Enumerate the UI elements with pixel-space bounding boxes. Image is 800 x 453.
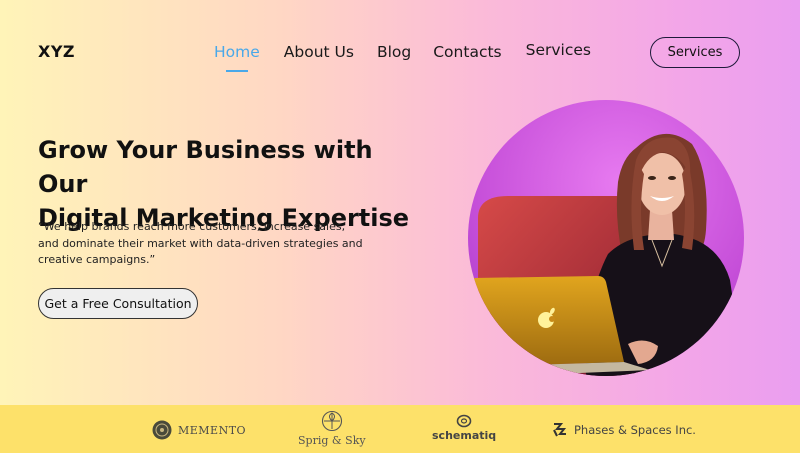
headline-line-1: Grow Your Business with Our [38,136,373,198]
schematiq-logo-icon [456,414,472,428]
woman-with-laptop-photo [468,100,744,376]
free-consultation-button[interactable]: Get a Free Consultation [38,288,198,319]
memento-logo-icon [152,420,172,440]
quote-line-3: creative campaigns.” [38,253,156,266]
hero-quote: “We help brands reach more customers, in… [38,219,368,269]
quote-line-1: “We help brands reach more customers, in… [38,220,346,233]
schematiq-brand-name: schematiq [432,429,497,442]
brand-sprig-sky: Sprig & Sky [298,410,366,447]
nav-contacts[interactable]: Contacts [433,42,501,68]
brand-schematiq: schematiq [432,414,496,442]
quote-line-2: and dominate their market with data-driv… [38,236,363,250]
nav-services[interactable]: Services [526,40,591,66]
brand-memento: MEMENTO [152,420,246,440]
nav-home[interactable]: Home [214,42,260,72]
sprig-sky-brand-name: Sprig & Sky [298,434,366,447]
services-button[interactable]: Services [650,37,740,68]
nav-blog[interactable]: Blog [377,42,411,68]
brand-phases-spaces: Phases & Spaces Inc. [552,422,696,438]
nav-about-us[interactable]: About Us [284,42,354,68]
memento-brand-name: MEMENTO [178,423,247,437]
hero-section: XYZ Home About Us Blog Contacts Services… [0,0,800,405]
site-logo[interactable]: XYZ [38,42,75,61]
hero-photo [468,100,744,376]
phases-spaces-logo-icon [553,423,567,437]
phases-spaces-brand-name: Phases & Spaces Inc. [574,423,696,437]
sprig-sky-logo-icon [321,410,342,432]
main-nav: Home About Us Blog Contacts Services [214,40,591,72]
